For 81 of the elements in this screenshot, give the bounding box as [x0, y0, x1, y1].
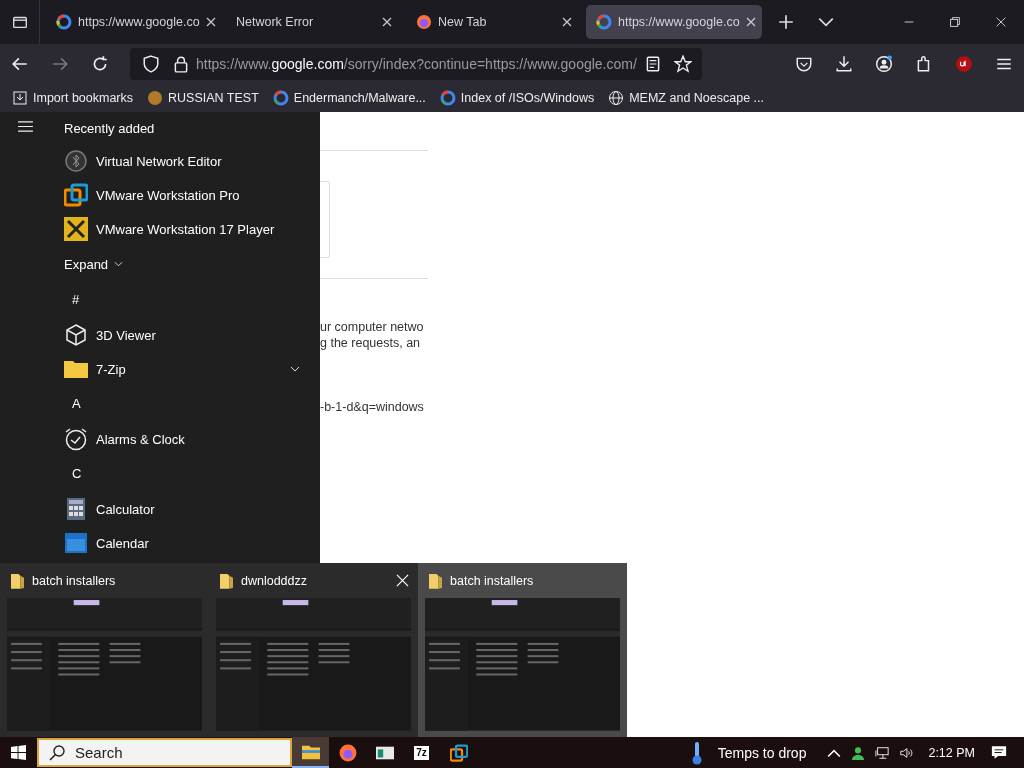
pocket-icon[interactable] [795, 55, 813, 73]
page-text: ur computer netwo [320, 319, 425, 335]
cube-icon [64, 323, 88, 347]
firefox-icon [416, 14, 432, 30]
alarm-clock-icon [64, 427, 88, 451]
address-bar[interactable]: https://www.google.com/sorry/index?continue=https://www.google.com/ [130, 48, 702, 80]
thermometer-icon[interactable] [691, 740, 702, 765]
lock-icon[interactable] [172, 55, 190, 73]
forward-arrow-icon[interactable] [51, 55, 69, 73]
bookmark-link[interactable]: Endermanch/Malware... [272, 90, 426, 106]
bookmark-link[interactable]: Import bookmarks [12, 90, 134, 106]
person-icon[interactable] [851, 745, 866, 760]
calculator-icon [64, 497, 88, 521]
google-g-icon [56, 14, 72, 30]
folder-icon [220, 572, 233, 590]
search-field[interactable]: Search [73, 743, 257, 762]
menu-icon[interactable] [16, 120, 34, 133]
letter-header[interactable]: C [64, 456, 82, 492]
firefox-icon [338, 743, 357, 762]
bookmark-link[interactable]: Index of /ISOs/Windows [439, 90, 595, 106]
close-icon[interactable] [205, 17, 216, 27]
app-logo-icon: 7z [414, 745, 429, 760]
google-g-icon [439, 90, 456, 106]
google-g-icon [596, 14, 612, 30]
app-list-item[interactable]: Calculator [64, 492, 306, 526]
round-favicon-icon [147, 90, 164, 106]
expand-link[interactable]: Expand [64, 246, 124, 282]
letter-header[interactable]: A [64, 386, 82, 422]
app-list-item[interactable]: 3D Viewer [64, 318, 306, 352]
app-list-item[interactable]: VMware Workstation Pro [64, 178, 306, 212]
app-list-item[interactable]: 7-Zip [64, 352, 306, 386]
chevron-down-icon[interactable] [290, 366, 300, 372]
folder-icon [429, 572, 442, 590]
window-thumbnail[interactable]: batch installers [418, 563, 627, 737]
overlapping-squares-icon [64, 183, 88, 207]
close-icon[interactable] [562, 17, 572, 27]
clock-time[interactable]: 2:12 PM [928, 745, 975, 760]
letter-header[interactable]: # [64, 282, 82, 318]
calendar-icon [64, 531, 88, 555]
globe-icon [608, 90, 625, 106]
reader-view-icon[interactable] [644, 55, 662, 73]
browser-tab[interactable]: Network Error [226, 5, 402, 39]
app-list-item[interactable]: Calendar [64, 526, 306, 560]
import-icon [12, 90, 28, 106]
taskbar-app[interactable]: 7z [403, 737, 440, 768]
download-icon[interactable] [835, 55, 853, 73]
page-text: g the requests, an [320, 335, 422, 351]
app-list-item[interactable]: Virtual Network Editor [64, 144, 306, 178]
close-icon[interactable] [994, 15, 1008, 29]
taskbar-app[interactable] [292, 737, 329, 768]
overlapping-squares-icon [449, 743, 468, 762]
page-text: -b-1-d&q=windows [320, 399, 425, 415]
search-icon [49, 744, 65, 761]
app-list-item[interactable]: VMware Workstation 17 Player [64, 212, 306, 246]
browser-tab[interactable]: https://www.google.co [46, 5, 222, 39]
shield-icon[interactable] [142, 55, 160, 73]
section-header: Recently added [64, 120, 156, 138]
notification-icon[interactable] [991, 745, 1007, 760]
weather-text[interactable]: Temps to drop [717, 744, 807, 761]
chevron-down-icon [114, 261, 124, 267]
folder-icon [11, 572, 24, 590]
network-icon[interactable] [875, 745, 890, 760]
browser-tab[interactable]: https://www.google.co [586, 5, 762, 39]
star-icon[interactable] [674, 55, 692, 73]
volume-icon[interactable] [899, 745, 914, 760]
account-icon[interactable] [875, 55, 893, 73]
browser-tab[interactable]: New Tab [406, 5, 582, 39]
bookmark-link[interactable]: MEMZ and Noescape ... [608, 90, 764, 106]
player-logo-icon [64, 217, 88, 241]
back-arrow-icon[interactable] [11, 55, 29, 73]
app-list-item[interactable]: Alarms & Clock [64, 422, 306, 456]
close-icon[interactable] [382, 17, 392, 27]
google-g-icon [272, 90, 289, 106]
shield-extension-icon[interactable] [955, 55, 973, 73]
search-box[interactable]: Search [37, 738, 292, 767]
new-tab-icon[interactable] [777, 13, 795, 31]
close-icon[interactable] [745, 17, 756, 27]
reload-icon[interactable] [91, 55, 109, 73]
windows-start-icon[interactable] [11, 745, 26, 760]
bookmark-link[interactable]: RUSSIAN TEST [147, 90, 259, 106]
restore-icon[interactable] [948, 15, 962, 29]
